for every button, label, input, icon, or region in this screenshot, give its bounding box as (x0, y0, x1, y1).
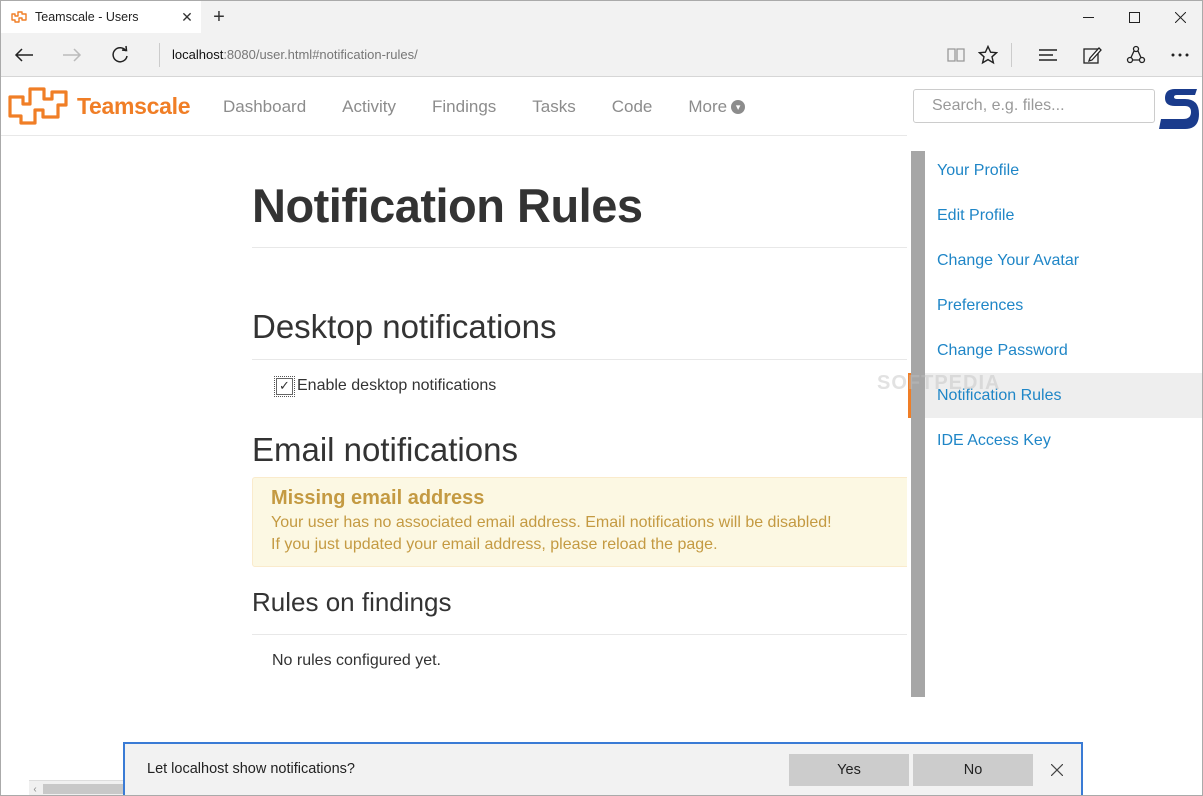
minimize-icon[interactable] (1065, 1, 1111, 33)
sidebar-item-preferences[interactable]: Preferences (925, 283, 1202, 328)
menu-more-label: More (688, 97, 728, 116)
chevron-down-icon: ▾ (731, 100, 746, 114)
hub-icon[interactable] (1031, 39, 1065, 71)
maximize-icon[interactable] (1111, 1, 1157, 33)
header-right: Search, e.g. files... (907, 78, 1202, 136)
url-path: :8080/user.html#notification-rules/ (223, 47, 418, 62)
desktop-notifications-label: Enable desktop notifications (297, 377, 497, 394)
vertical-scrollbar-thumb[interactable] (911, 151, 925, 697)
forward-icon[interactable] (55, 39, 89, 71)
sidebar-item-ide-access-key[interactable]: IDE Access Key (925, 418, 1202, 463)
menu-code[interactable]: Code (612, 97, 653, 117)
share-icon[interactable] (1119, 39, 1153, 71)
user-sidebar: Your Profile Edit Profile Change Your Av… (908, 148, 1202, 463)
sidebar-item-edit-profile[interactable]: Edit Profile (925, 193, 1202, 238)
url-host: localhost (172, 47, 224, 62)
email-notifications-heading: Email notifications (252, 431, 518, 468)
address-bar: localhost:8080/user.html#notification-ru… (1, 33, 1202, 77)
browser-window: Teamscale - Users ✕ + localhost:8080/use… (0, 0, 1203, 796)
back-icon[interactable] (7, 39, 41, 71)
web-note-icon[interactable] (1075, 39, 1109, 71)
notification-prompt-text: Let localhost show notifications? (147, 761, 355, 777)
page-title: Notification Rules (252, 178, 907, 248)
teamscale-logo[interactable]: Teamscale (7, 86, 191, 126)
softpedia-watermark: SOFTPEDIA (877, 372, 1001, 394)
sidebar-item-your-profile[interactable]: Your Profile (925, 148, 1202, 193)
missing-email-alert: Missing email address Your user has no a… (252, 477, 907, 567)
alert-line-2: If you just updated your email address, … (271, 536, 718, 553)
browser-tab[interactable]: Teamscale - Users ✕ (1, 1, 201, 33)
new-tab-icon[interactable]: + (207, 5, 231, 29)
logo-text: Teamscale (77, 92, 191, 119)
tab-title: Teamscale - Users (35, 10, 139, 24)
close-icon[interactable] (1047, 760, 1067, 780)
horizontal-scrollbar[interactable]: ‹ (29, 780, 129, 795)
horizontal-scrollbar-thumb[interactable] (43, 784, 123, 794)
teamscale-logo-icon (8, 87, 68, 125)
menu-activity[interactable]: Activity (342, 97, 396, 117)
reading-view-icon[interactable] (939, 39, 973, 71)
desktop-notifications-checkbox[interactable]: ✓ (274, 375, 295, 397)
sidebar-item-change-password[interactable]: Change Password (925, 328, 1202, 373)
menu-findings[interactable]: Findings (432, 97, 496, 117)
no-rules-text: No rules configured yet. (272, 652, 441, 669)
yes-button[interactable]: Yes (789, 754, 909, 786)
refresh-icon[interactable] (103, 39, 137, 71)
alert-line-1: Your user has no associated email addres… (271, 514, 832, 531)
notification-permission-bar: Let localhost show notifications? Yes No (123, 742, 1083, 795)
main-content: Notification Rules Desktop notifications… (1, 136, 907, 795)
url-field[interactable]: localhost:8080/user.html#notification-ru… (159, 43, 418, 67)
close-tab-icon[interactable]: ✕ (179, 9, 195, 25)
menu-tasks[interactable]: Tasks (532, 97, 575, 117)
more-options-icon[interactable] (1163, 39, 1197, 71)
app-header: Teamscale Dashboard Activity Findings Ta… (1, 78, 907, 136)
no-button[interactable]: No (913, 754, 1033, 786)
desktop-notifications-heading: Desktop notifications (252, 308, 907, 360)
search-input[interactable]: Search, e.g. files... (913, 89, 1155, 123)
close-window-icon[interactable] (1157, 1, 1202, 33)
scroll-left-icon[interactable]: ‹ (29, 781, 41, 795)
main-menu: Dashboard Activity Findings Tasks Code M… (205, 78, 763, 136)
s-logo-icon (1159, 89, 1199, 129)
teamscale-favicon-icon (11, 11, 27, 23)
favorite-star-icon[interactable] (971, 39, 1005, 71)
title-bar: Teamscale - Users ✕ + (1, 1, 1202, 33)
alert-heading: Missing email address (271, 487, 485, 509)
menu-dashboard[interactable]: Dashboard (223, 97, 306, 117)
sidebar-item-change-avatar[interactable]: Change Your Avatar (925, 238, 1202, 283)
desktop-notifications-option[interactable]: ✓ Enable desktop notifications (274, 375, 907, 397)
menu-more[interactable]: More ▾ (688, 97, 746, 117)
rules-on-findings-heading: Rules on findings (252, 587, 907, 635)
